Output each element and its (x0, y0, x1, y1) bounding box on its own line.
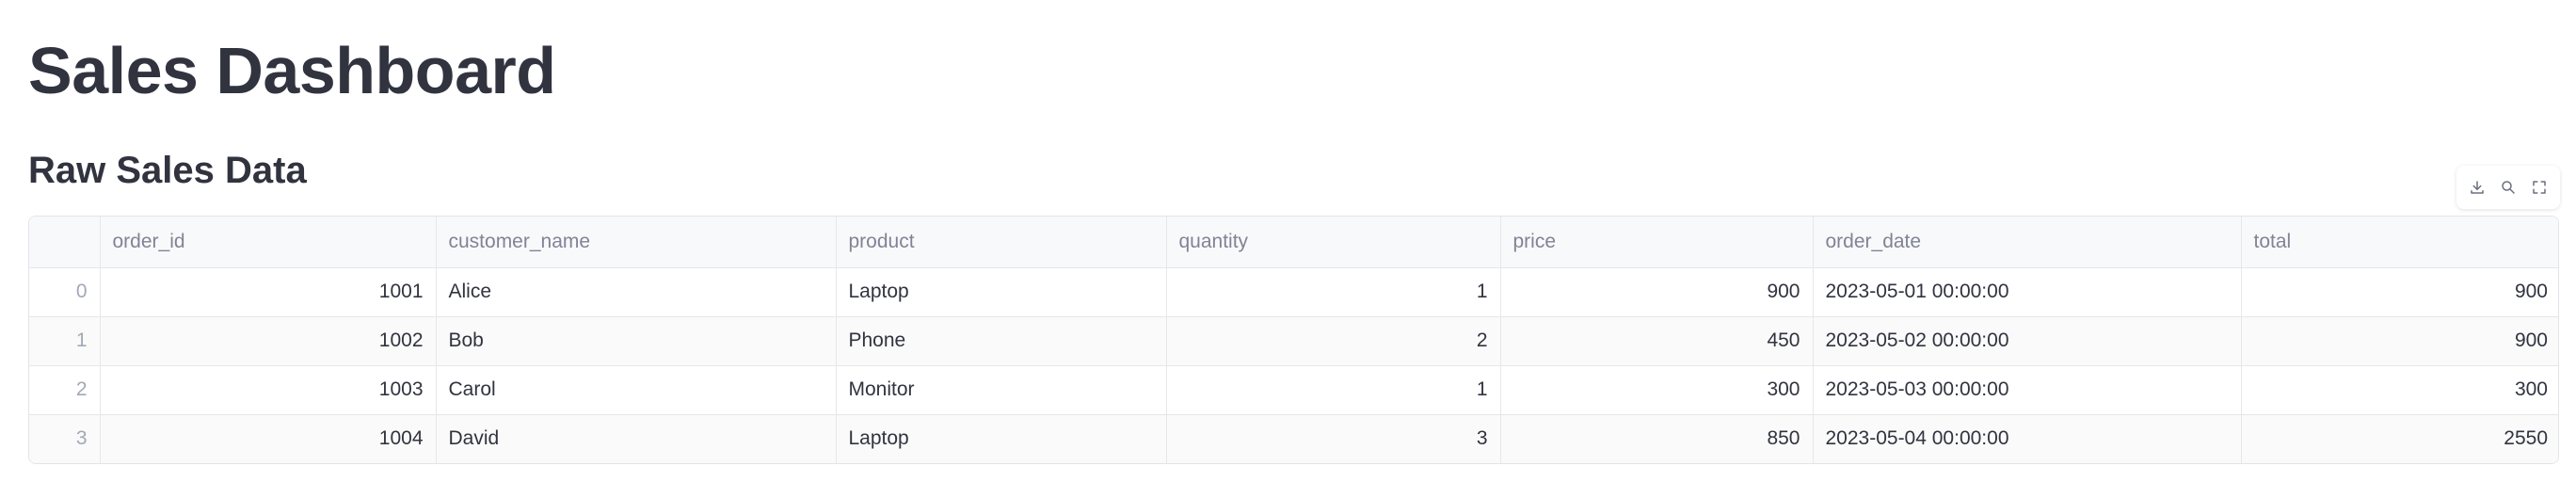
cell-price[interactable]: 450 (1500, 316, 1814, 366)
row-index: 2 (29, 365, 101, 415)
page: Sales Dashboard Raw Sales Data order_id … (0, 0, 2576, 498)
download-icon (2471, 181, 2485, 194)
fullscreen-icon (2532, 181, 2546, 194)
cell-total[interactable]: 300 (2241, 365, 2558, 415)
cell-quantity[interactable]: 3 (1166, 414, 1501, 463)
cell-order-date[interactable]: 2023-05-03 00:00:00 (1813, 365, 2242, 415)
download-button[interactable] (2464, 174, 2490, 201)
column-header-total[interactable]: total (2241, 217, 2558, 268)
column-header-quantity[interactable]: quantity (1166, 217, 1501, 268)
cell-price[interactable]: 900 (1500, 267, 1814, 317)
cell-price[interactable]: 300 (1500, 365, 1814, 415)
cell-customer-name[interactable]: Bob (436, 316, 837, 366)
search-button[interactable] (2495, 174, 2521, 201)
cell-customer-name[interactable]: Alice (436, 267, 837, 317)
column-header-order-id[interactable]: order_id (100, 217, 437, 268)
cell-total[interactable]: 900 (2241, 267, 2558, 317)
cell-order-date[interactable]: 2023-05-04 00:00:00 (1813, 414, 2242, 463)
cell-product[interactable]: Laptop (836, 414, 1167, 463)
cell-order-date[interactable]: 2023-05-02 00:00:00 (1813, 316, 2242, 366)
table-row: 2 1003 Carol Monitor 1 300 2023-05-03 00… (29, 365, 2558, 415)
fullscreen-button[interactable] (2526, 174, 2552, 201)
table-row: 3 1004 David Laptop 3 850 2023-05-04 00:… (29, 414, 2558, 463)
column-header-index (29, 217, 101, 268)
table-row: 0 1001 Alice Laptop 1 900 2023-05-01 00:… (29, 267, 2558, 317)
column-header-order-date[interactable]: order_date (1813, 217, 2242, 268)
cell-quantity[interactable]: 2 (1166, 316, 1501, 366)
section-title: Raw Sales Data (28, 150, 307, 191)
cell-customer-name[interactable]: David (436, 414, 837, 463)
row-index: 3 (29, 414, 101, 463)
data-table[interactable]: order_id customer_name product quantity … (28, 216, 2559, 464)
cell-order-id[interactable]: 1004 (100, 414, 437, 463)
dataframe-toolbar (2456, 166, 2560, 209)
cell-quantity[interactable]: 1 (1166, 365, 1501, 415)
cell-product[interactable]: Laptop (836, 267, 1167, 317)
row-index: 0 (29, 267, 101, 317)
table-header-row: order_id customer_name product quantity … (29, 217, 2558, 268)
page-title: Sales Dashboard (28, 34, 556, 107)
cell-order-id[interactable]: 1002 (100, 316, 437, 366)
cell-product[interactable]: Phone (836, 316, 1167, 366)
cell-product[interactable]: Monitor (836, 365, 1167, 415)
column-header-customer-name[interactable]: customer_name (436, 217, 837, 268)
cell-price[interactable]: 850 (1500, 414, 1814, 463)
table-row: 1 1002 Bob Phone 2 450 2023-05-02 00:00:… (29, 316, 2558, 366)
row-index: 1 (29, 316, 101, 366)
column-header-price[interactable]: price (1500, 217, 1814, 268)
search-icon (2502, 181, 2515, 194)
cell-order-id[interactable]: 1001 (100, 267, 437, 317)
cell-customer-name[interactable]: Carol (436, 365, 837, 415)
cell-total[interactable]: 900 (2241, 316, 2558, 366)
cell-order-date[interactable]: 2023-05-01 00:00:00 (1813, 267, 2242, 317)
column-header-product[interactable]: product (836, 217, 1167, 268)
cell-quantity[interactable]: 1 (1166, 267, 1501, 317)
cell-total[interactable]: 2550 (2241, 414, 2558, 463)
cell-order-id[interactable]: 1003 (100, 365, 437, 415)
